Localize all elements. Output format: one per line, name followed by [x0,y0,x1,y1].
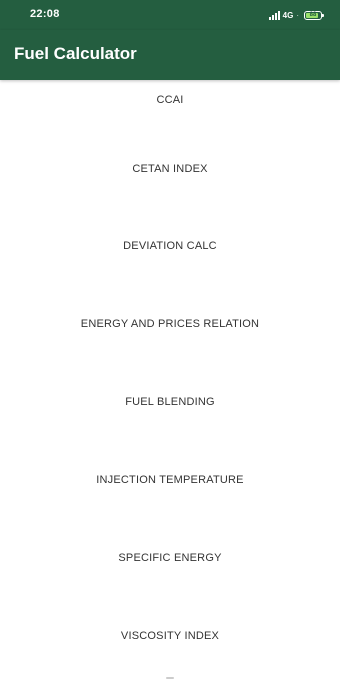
signal-icon [268,10,280,20]
network-type: 4G [282,10,294,20]
scroll-indicator [166,677,174,679]
menu-item-cetan-index[interactable]: CETAN INDEX [0,149,340,189]
menu-item-fuel-blending[interactable]: FUEL BLENDING [0,382,340,422]
status-bar: 22:08 4G · 88 [0,0,340,30]
menu-item-energy-and-prices-relation[interactable]: ENERGY AND PRICES RELATION [0,304,340,344]
menu-item-deviation-calc[interactable]: DEVIATION CALC [0,226,340,266]
menu-item-specific-energy[interactable]: SPECIFIC ENERGY [0,538,340,578]
calculator-menu-list: CCAI CETAN INDEX DEVIATION CALC ENERGY A… [0,80,340,680]
app-title: Fuel Calculator [14,44,137,63]
menu-item-viscosity-index[interactable]: VISCOSITY INDEX [0,616,340,656]
status-separator: · [296,10,299,20]
status-time: 22:08 [30,8,60,20]
menu-item-injection-temperature[interactable]: INJECTION TEMPERATURE [0,460,340,500]
app-bar: Fuel Calculator [0,30,340,80]
status-icons: 4G · 88 [268,8,324,22]
battery-icon: 88 [304,10,324,20]
battery-level-text: 88 [309,11,317,18]
menu-item-ccai[interactable]: CCAI [0,80,340,120]
